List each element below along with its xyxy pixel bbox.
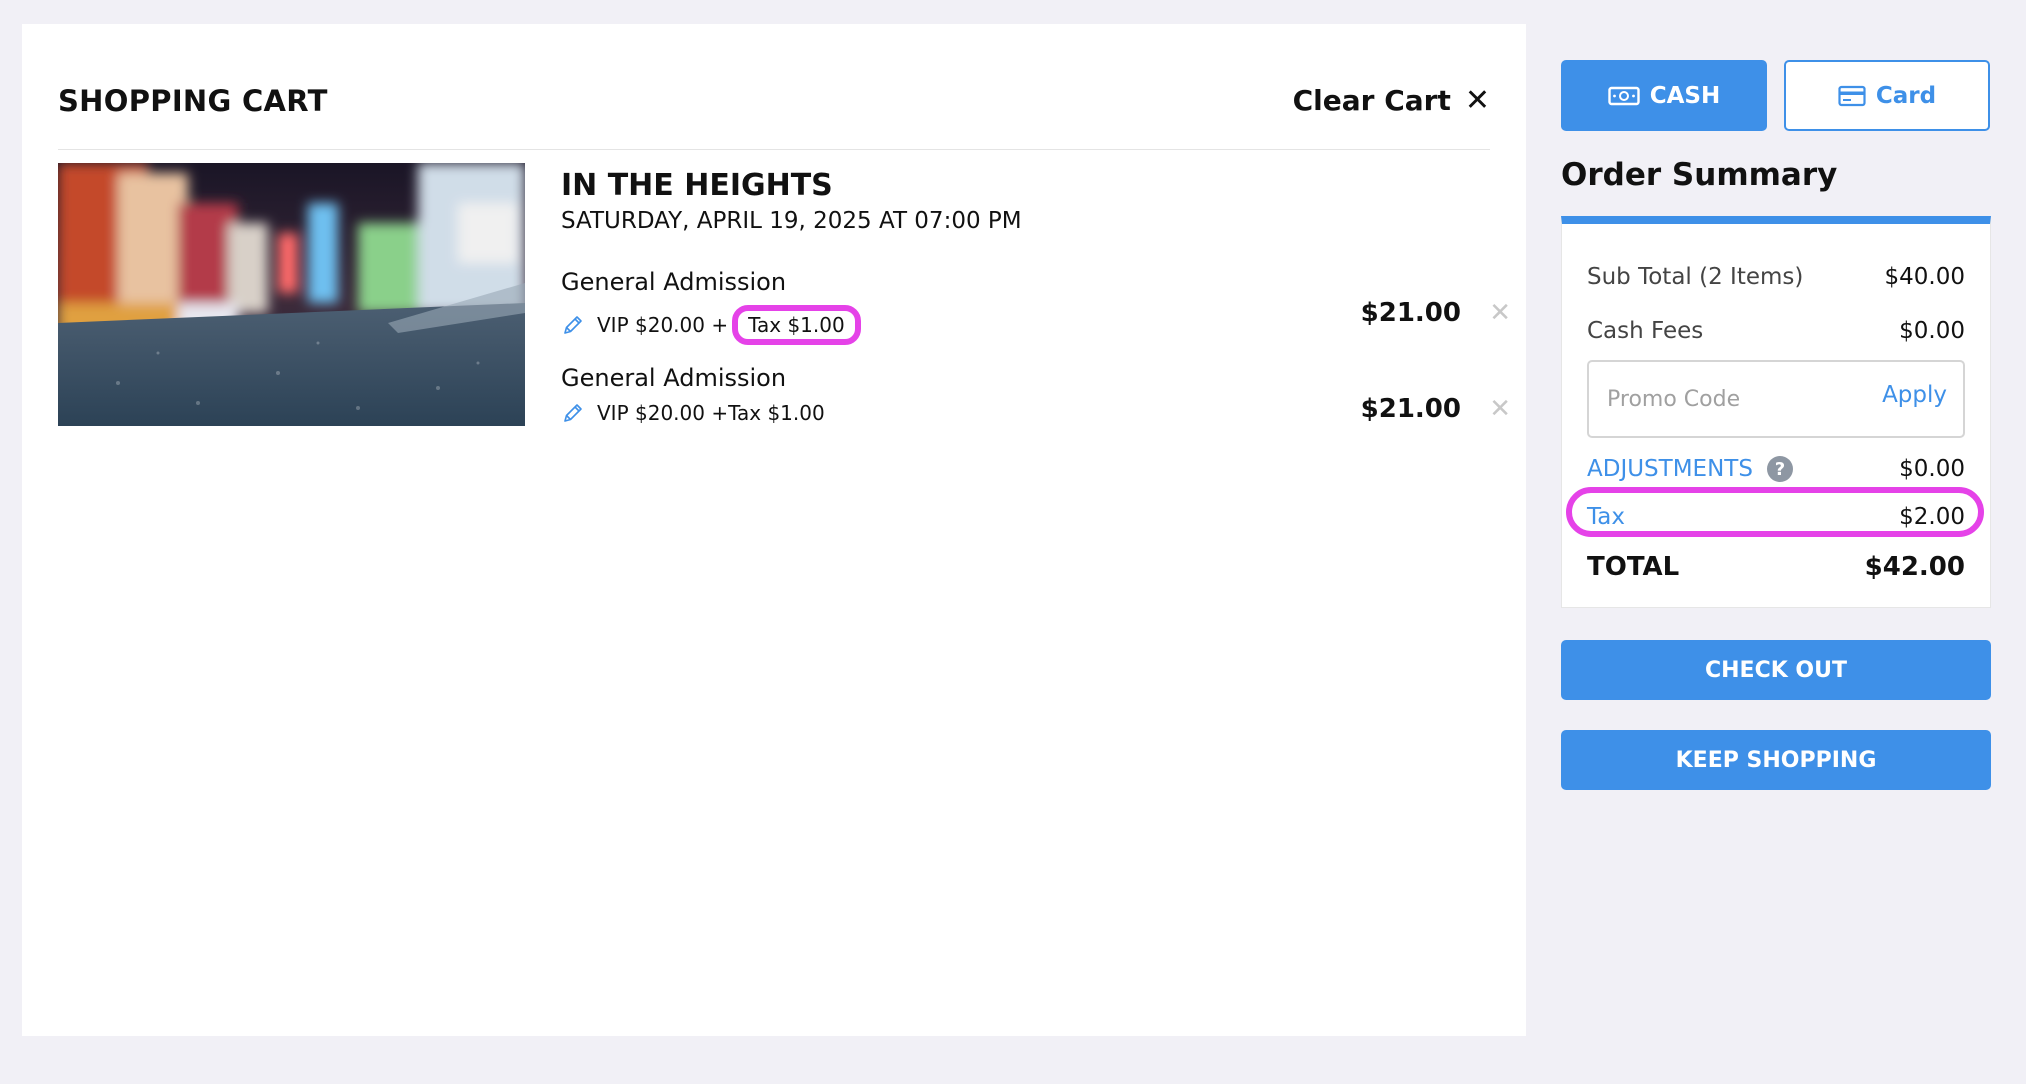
cart-header: SHOPPING CART Clear Cart ✕ bbox=[58, 62, 1490, 150]
subtotal-label: Sub Total (2 Items) bbox=[1587, 264, 1804, 290]
promo-apply-button[interactable]: Apply bbox=[1882, 382, 1947, 408]
remove-ticket-icon[interactable]: ✕ bbox=[1489, 394, 1511, 424]
adjustments-label-group: ADJUSTMENTS ? bbox=[1587, 456, 1793, 482]
adjustments-value: $0.00 bbox=[1899, 456, 1965, 482]
checkout-button[interactable]: CHECK OUT bbox=[1561, 640, 1991, 700]
cash-fees-value: $0.00 bbox=[1899, 318, 1965, 344]
ticket-tax-highlighted: Tax $1.00 bbox=[732, 305, 861, 345]
adjustments-row: ADJUSTMENTS ? $0.00 bbox=[1587, 456, 1965, 482]
ticket-detail: VIP $20.00 + Tax $1.00 bbox=[561, 401, 825, 425]
shopping-cart-panel: SHOPPING CART Clear Cart ✕ IN THE HEIGHT… bbox=[22, 24, 1526, 1036]
order-summary-box: Sub Total (2 Items) $40.00 Cash Fees $0.… bbox=[1561, 216, 1991, 608]
pencil-icon[interactable] bbox=[561, 401, 585, 425]
subtotal-value: $40.00 bbox=[1884, 264, 1965, 290]
clear-cart-button[interactable]: Clear Cart ✕ bbox=[1293, 84, 1490, 117]
question-icon[interactable]: ? bbox=[1766, 456, 1793, 482]
promo-code-input[interactable] bbox=[1607, 382, 1847, 416]
ticket-name: General Admission bbox=[561, 364, 787, 392]
pay-card-label: Card bbox=[1875, 82, 1937, 109]
order-summary-heading: Order Summary bbox=[1561, 157, 1838, 193]
card-icon bbox=[1838, 85, 1866, 106]
total-label: TOTAL bbox=[1587, 552, 1680, 582]
pay-card-tab[interactable]: Card bbox=[1784, 60, 1990, 131]
ticket-total: $21.00 bbox=[1360, 298, 1461, 328]
adjustments-link[interactable]: ADJUSTMENTS bbox=[1587, 456, 1753, 482]
event-date: SATURDAY, APRIL 19, 2025 AT 07:00 PM bbox=[561, 208, 1022, 234]
ticket-name: General Admission bbox=[561, 268, 787, 296]
pencil-icon[interactable] bbox=[561, 313, 585, 337]
tax-highlight-annotation bbox=[1566, 487, 1984, 537]
ticket-line-item: General Admission VIP $20.00 + Tax $1.00… bbox=[561, 268, 1511, 348]
event-image bbox=[58, 163, 525, 426]
ticket-line-item: General Admission VIP $20.00 + Tax $1.00… bbox=[561, 364, 1511, 444]
total-value: $42.00 bbox=[1864, 552, 1965, 582]
promo-code-group: Apply bbox=[1587, 360, 1965, 438]
subtotal-row: Sub Total (2 Items) $40.00 bbox=[1587, 264, 1965, 290]
ticket-total: $21.00 bbox=[1360, 394, 1461, 424]
event-photo-icon bbox=[58, 163, 525, 426]
cart-title: SHOPPING CART bbox=[58, 84, 328, 118]
cash-icon bbox=[1608, 86, 1640, 105]
keep-shopping-button[interactable]: KEEP SHOPPING bbox=[1561, 730, 1991, 790]
cash-fees-row: Cash Fees $0.00 bbox=[1587, 318, 1965, 344]
ticket-tax: Tax $1.00 bbox=[728, 401, 825, 425]
event-title: IN THE HEIGHTS bbox=[561, 168, 833, 203]
remove-ticket-icon[interactable]: ✕ bbox=[1489, 298, 1511, 328]
ticket-detail: VIP $20.00 + Tax $1.00 bbox=[561, 305, 861, 345]
total-row: TOTAL $42.00 bbox=[1587, 552, 1965, 582]
pay-cash-label: CASH bbox=[1649, 82, 1721, 109]
ticket-price-base: VIP $20.00 + bbox=[597, 401, 729, 425]
ticket-price-base: VIP $20.00 + bbox=[597, 313, 729, 337]
cash-fees-label: Cash Fees bbox=[1587, 318, 1704, 344]
close-icon: ✕ bbox=[1464, 82, 1490, 118]
pay-cash-tab[interactable]: CASH bbox=[1561, 60, 1767, 131]
clear-cart-label: Clear Cart bbox=[1292, 84, 1451, 117]
